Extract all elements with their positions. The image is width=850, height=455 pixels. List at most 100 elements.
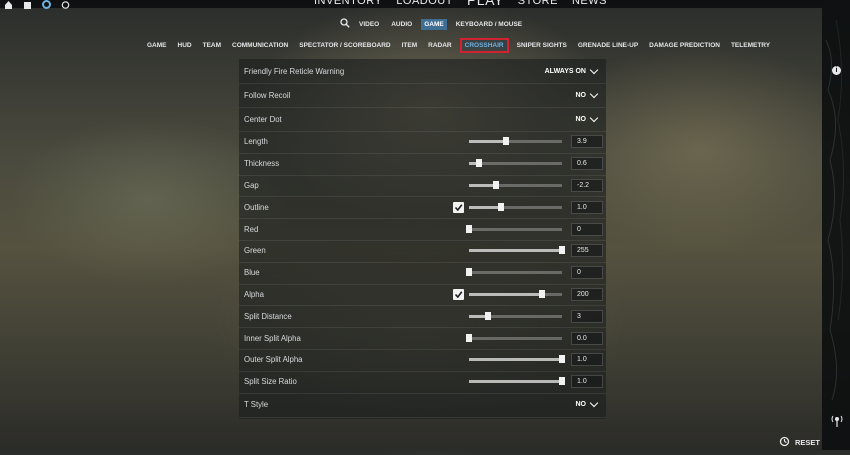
folder-icon[interactable] — [23, 0, 32, 9]
slider-thumb[interactable] — [484, 311, 491, 320]
slider-thumb[interactable] — [492, 180, 499, 189]
slider-thumb[interactable] — [476, 159, 483, 168]
slider-thumb[interactable] — [559, 377, 565, 386]
thickness-value-input[interactable]: 0.6 — [571, 157, 603, 171]
blue-slider[interactable] — [466, 268, 562, 277]
setting-label: Blue — [244, 268, 260, 278]
home-icon[interactable] — [4, 0, 13, 9]
reset-button[interactable]: RESET — [779, 436, 820, 449]
length-value-input[interactable]: 3.9 — [571, 135, 603, 149]
game-category-tabs: GAME HUD TEAM COMMUNICATION SPECTATOR / SCOR… — [147, 38, 770, 53]
tab-sniper-sights[interactable]: SNIPER SIGHTS — [517, 40, 567, 51]
setting-row-length: Length 3.9 — [239, 131, 606, 154]
setting-row-gap: Gap -2.2 — [239, 175, 606, 198]
slider-fill — [469, 358, 562, 362]
crosshair-settings-panel: Friendly Fire Reticle Warning ALWAYS ON Fo… — [239, 59, 606, 419]
setting-row-blue: Blue 0 — [239, 262, 606, 285]
reset-icon — [779, 436, 790, 449]
setting-label: Split Size Ratio — [244, 377, 297, 387]
slider-thumb[interactable] — [466, 268, 472, 277]
setting-label: Gap — [244, 180, 259, 190]
t-style-dropdown[interactable]: NO — [575, 398, 599, 409]
setting-label: Center Dot — [244, 114, 282, 124]
red-value-input[interactable]: 0 — [571, 222, 603, 236]
reset-label: RESET — [795, 438, 821, 447]
tab-radar[interactable]: RADAR — [428, 40, 451, 51]
setting-label: Length — [244, 137, 268, 147]
follow-recoil-dropdown[interactable]: NO — [576, 89, 599, 99]
dropdown-value: NO — [575, 115, 587, 123]
setting-row-t-style: T Style NO — [239, 393, 606, 418]
tab-spectator-scoreboard[interactable]: SPECTATOR / SCOREBOARD — [299, 40, 390, 51]
setting-label: Alpha — [244, 289, 264, 299]
tab-hud[interactable]: HUD — [178, 40, 192, 51]
tab-grenade-line-up[interactable]: GRENADE LINE-UP — [578, 40, 638, 51]
tab-crosshair[interactable]: CROSSHAIR — [459, 38, 509, 53]
green-value-input[interactable]: 255 — [571, 244, 603, 258]
tab-game[interactable]: GAME — [147, 40, 167, 51]
tab-item[interactable]: ITEM — [402, 40, 418, 51]
nav-inventory[interactable]: INVENTORY — [314, 0, 382, 8]
search-icon[interactable] — [340, 18, 350, 30]
alpha-checkbox[interactable] — [453, 288, 464, 300]
slider-thumb[interactable] — [466, 333, 472, 342]
green-slider[interactable] — [469, 246, 565, 255]
outer-split-alpha-slider[interactable] — [469, 355, 565, 364]
inner-split-alpha-slider[interactable] — [466, 333, 562, 342]
outline-checkbox[interactable] — [453, 201, 464, 213]
tab-keyboard-mouse[interactable]: KEYBOARD / MOUSE — [453, 19, 525, 30]
alpha-slider[interactable] — [469, 289, 562, 298]
slider-thumb[interactable] — [497, 202, 504, 211]
alpha-value-input[interactable]: 200 — [571, 287, 603, 301]
tab-game[interactable]: GAME — [421, 18, 447, 30]
slider-thumb[interactable] — [466, 224, 472, 233]
chevron-down-icon — [589, 65, 599, 74]
broadcast-icon[interactable] — [830, 414, 844, 433]
friendly-fire-reticle-warning-dropdown[interactable]: ALWAYS ON — [545, 65, 599, 75]
slider-thumb[interactable] — [559, 246, 565, 255]
tab-telemetry[interactable]: TELEMETRY — [731, 40, 770, 51]
outline-slider[interactable] — [469, 202, 562, 211]
settings-tabs: VIDEO AUDIO GAME KEYBOARD / MOUSE — [340, 18, 525, 30]
blue-value-input[interactable]: 0 — [571, 266, 603, 280]
outer-split-alpha-value-input[interactable]: 1.0 — [571, 353, 603, 367]
tab-damage-prediction[interactable]: DAMAGE PREDICTION — [649, 40, 720, 51]
setting-label: Outline — [244, 202, 269, 212]
tab-communication[interactable]: COMMUNICATION — [232, 40, 288, 51]
chevron-down-icon — [589, 113, 599, 122]
setting-row-alpha: Alpha 200 — [239, 284, 606, 307]
inner-split-alpha-value-input[interactable]: 0.0 — [571, 331, 603, 345]
split-distance-value-input[interactable]: 3 — [571, 309, 603, 323]
slider-thumb[interactable] — [538, 289, 545, 298]
info-icon[interactable]: i — [832, 66, 841, 75]
gap-slider[interactable] — [469, 180, 562, 189]
setting-row-inner-split-alpha: Inner Split Alpha 0.0 — [239, 327, 606, 350]
split-size-ratio-slider[interactable] — [469, 377, 565, 386]
tab-audio[interactable]: AUDIO — [388, 19, 415, 30]
nav-loadout[interactable]: LOADOUT — [396, 0, 453, 8]
split-size-ratio-value-input[interactable]: 1.0 — [571, 375, 603, 389]
outline-value-input[interactable]: 1.0 — [571, 200, 603, 214]
length-slider[interactable] — [469, 137, 562, 146]
nav-play[interactable]: PLAY — [467, 0, 504, 8]
thickness-slider[interactable] — [469, 159, 562, 168]
dropdown-value: NO — [575, 401, 587, 409]
red-slider[interactable] — [466, 224, 562, 233]
nav-news[interactable]: NEWS — [572, 0, 607, 8]
setting-label: Green — [244, 246, 266, 256]
split-distance-slider[interactable] — [469, 311, 562, 320]
slider-thumb[interactable] — [503, 137, 510, 146]
checkmark-icon — [454, 204, 463, 212]
slider-thumb[interactable] — [559, 355, 565, 364]
setting-label: Follow Recoil — [244, 90, 291, 100]
tab-video[interactable]: VIDEO — [356, 19, 382, 30]
slider-fill — [469, 205, 501, 209]
slider-fill — [469, 380, 562, 384]
setting-row-outline: Outline 1.0 — [239, 196, 606, 220]
nav-store[interactable]: STORE — [518, 0, 558, 8]
center-dot-dropdown[interactable]: NO — [575, 113, 599, 123]
gear-icon[interactable] — [42, 0, 51, 9]
tab-team[interactable]: TEAM — [203, 40, 221, 51]
gap-value-input[interactable]: -2.2 — [571, 178, 603, 192]
power-icon[interactable] — [61, 0, 70, 9]
